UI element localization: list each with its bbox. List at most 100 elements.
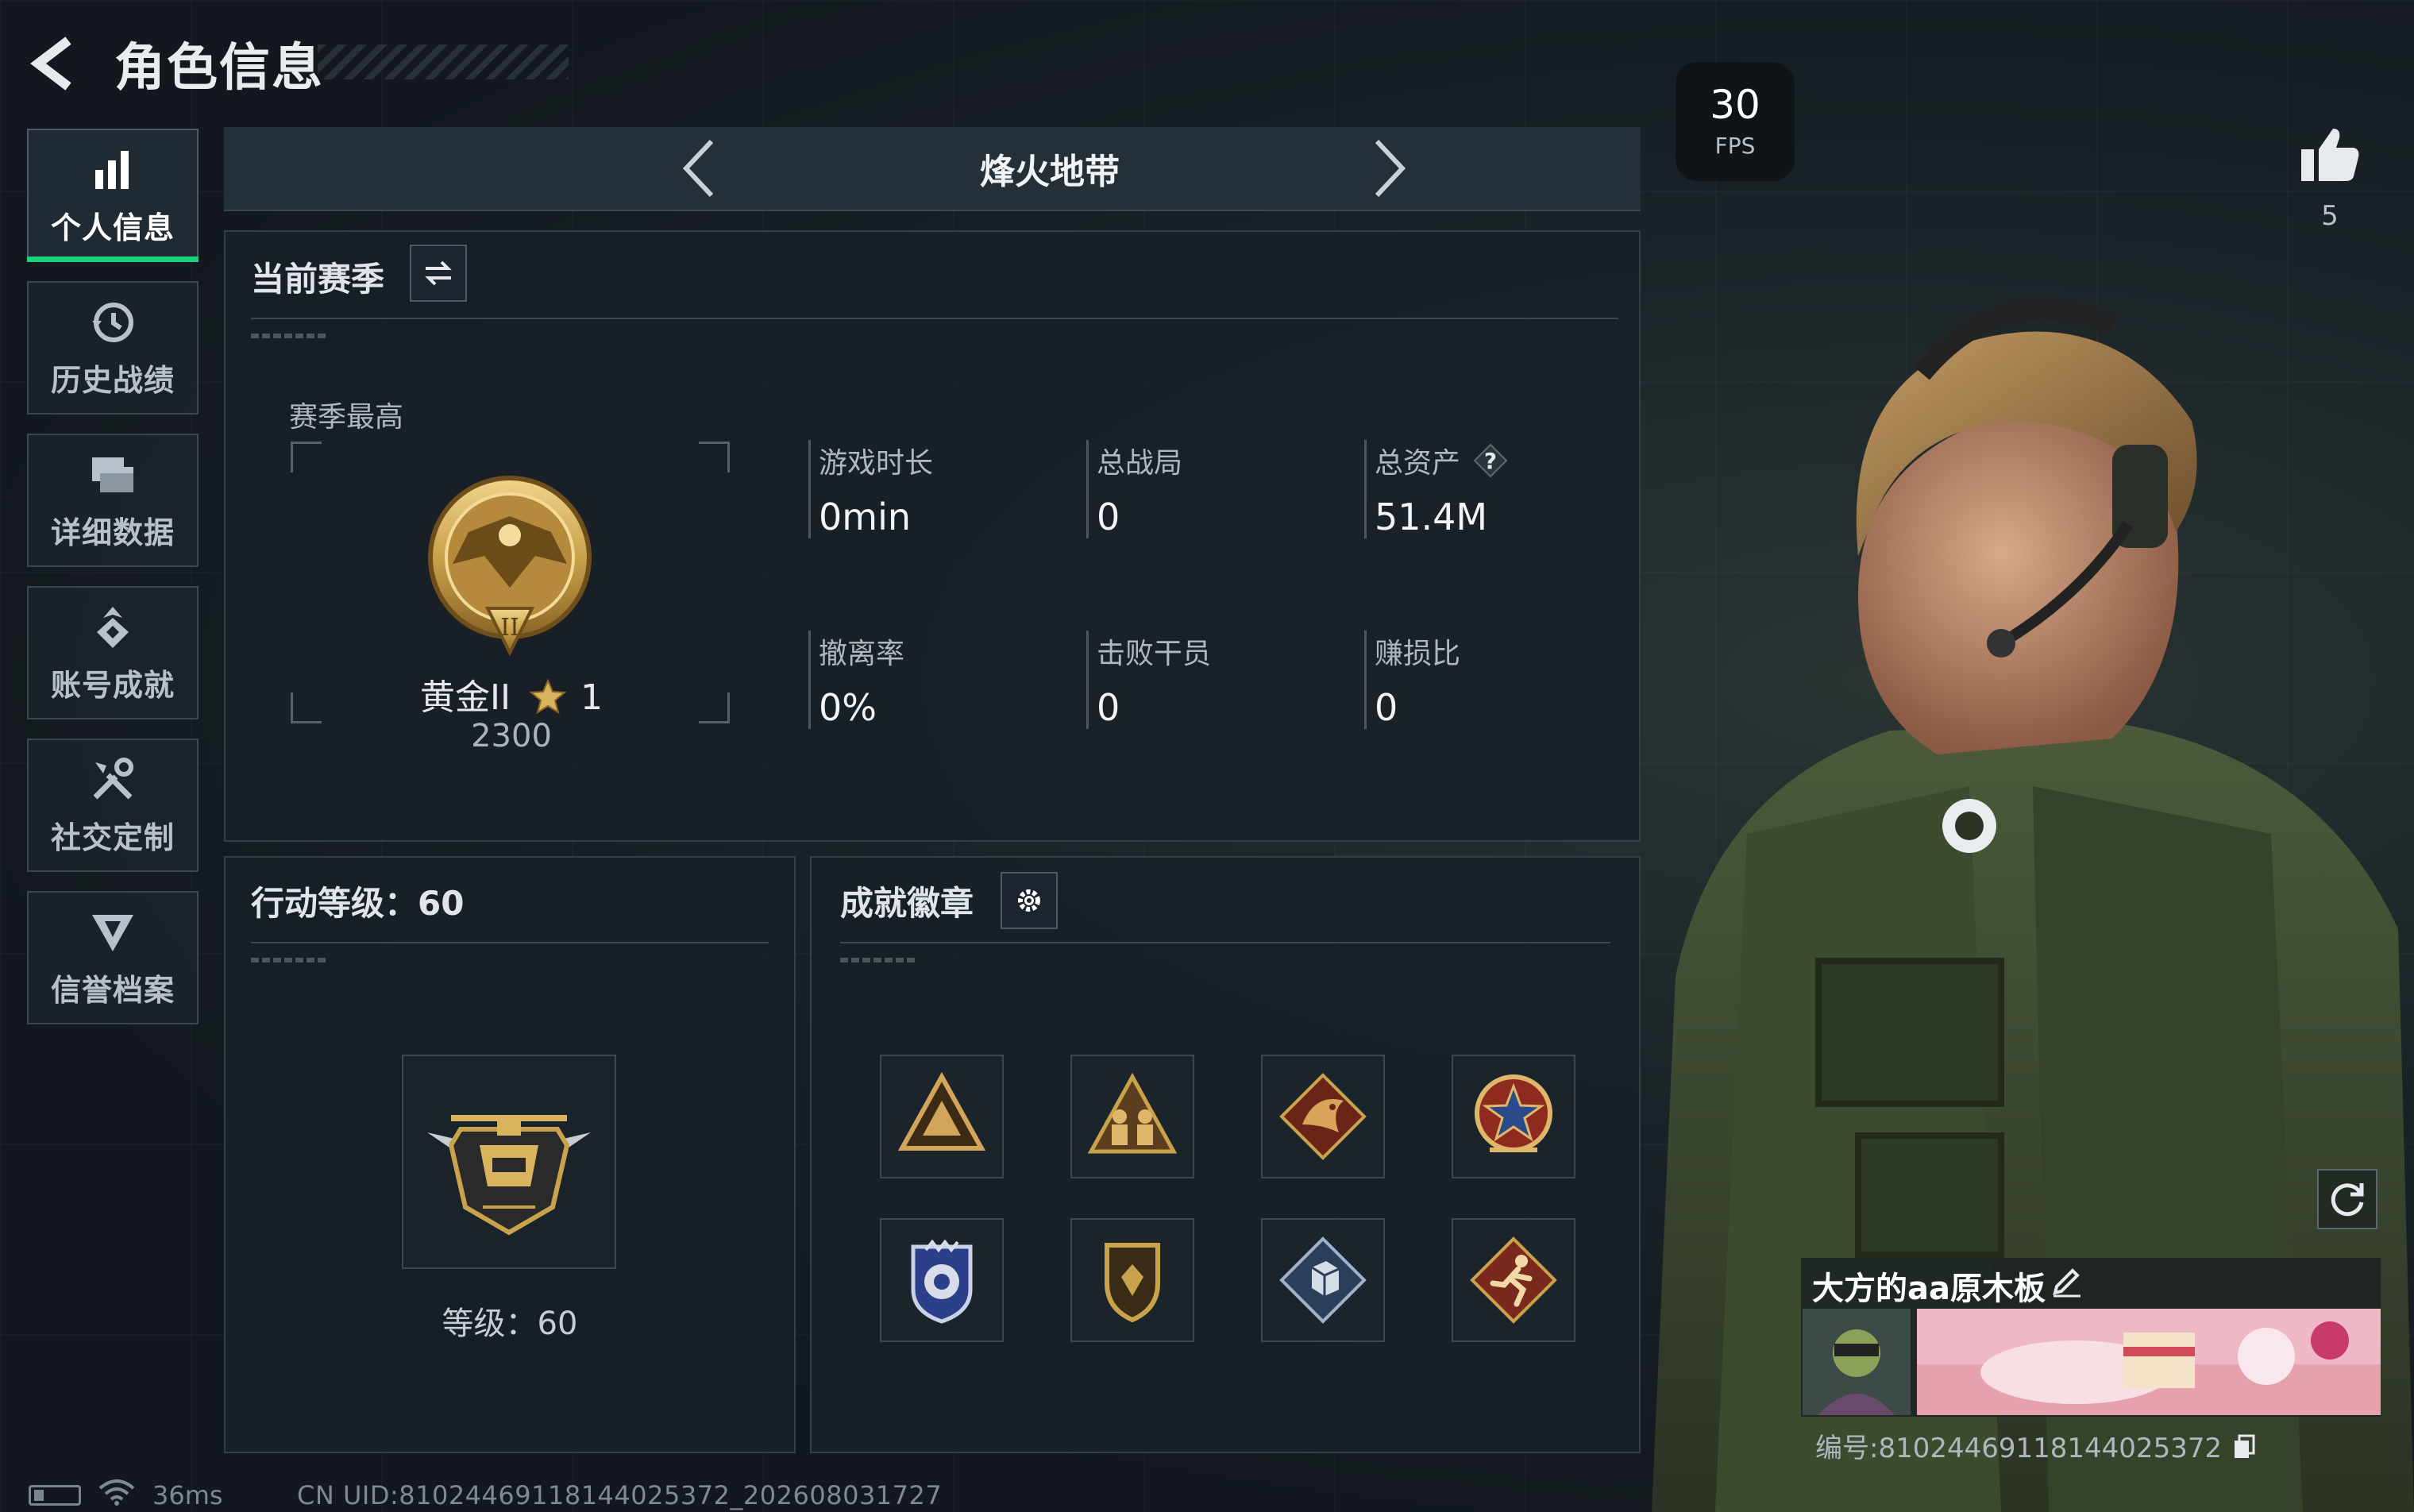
nav-label: 个人信息 — [50, 210, 175, 245]
rank-stars: 1 — [580, 677, 603, 718]
fps-counter: 30 FPS — [1676, 62, 1795, 181]
mode-next-button[interactable] — [1359, 138, 1420, 199]
chevron-left-icon — [682, 139, 714, 198]
mode-prev-button[interactable] — [669, 138, 729, 199]
avatar-image — [1803, 1309, 1911, 1415]
nav-label: 社交定制 — [50, 820, 175, 855]
bar-chart-icon — [87, 145, 138, 195]
stat-label: 击败干员 — [1097, 638, 1212, 670]
rotate-model-button[interactable] — [2317, 1169, 2377, 1229]
fps-value: 30 — [1710, 81, 1760, 128]
shield-badge-icon — [1105, 1243, 1160, 1323]
nav-item-achievements[interactable]: 账号成就 — [27, 586, 199, 719]
frame-corner — [699, 442, 730, 472]
copy-icon[interactable] — [2230, 1433, 2257, 1460]
runner-badge-icon — [1470, 1236, 1557, 1324]
player-name: 大方的aa原木板 — [1812, 1271, 2046, 1307]
divider-dots — [840, 958, 916, 962]
nav-label: 信誉档案 — [50, 972, 175, 1008]
badge-slot[interactable] — [880, 1218, 1004, 1342]
stat-play-time: 游戏时长 0min — [808, 440, 933, 538]
tools-icon — [87, 754, 138, 805]
rank-display: 黄金II 1 — [289, 669, 734, 719]
stat-value: 0 — [1097, 686, 1120, 729]
help-button[interactable]: ? — [1473, 443, 1508, 478]
rank-score: 2300 — [471, 718, 552, 754]
season-panel-title: 当前赛季 — [251, 260, 385, 299]
stat-extraction-rate: 撤离率 0% — [808, 631, 904, 729]
stat-value: 0min — [819, 496, 912, 538]
badge-slot[interactable] — [1261, 1218, 1385, 1342]
badges-panel-title: 成就徽章 — [840, 884, 974, 923]
star-icon — [529, 678, 567, 715]
banner-image — [1917, 1309, 2381, 1415]
stat-label: 撤离率 — [819, 638, 905, 670]
level-text: 等级：60 — [442, 1306, 578, 1342]
stat-profit-loss-ratio: 赚损比 0 — [1364, 631, 1460, 729]
nav-label: 历史战绩 — [50, 362, 175, 398]
dragon-badge-icon — [1279, 1073, 1367, 1160]
level-panel-title: 行动等级：60 — [251, 884, 465, 923]
nav-item-personal-info[interactable]: 个人信息 — [27, 129, 199, 262]
chevron-right-icon — [1375, 139, 1406, 198]
level-emblem-frame — [402, 1055, 616, 1269]
nav-item-reputation[interactable]: 信誉档案 — [27, 891, 199, 1024]
season-best-label: 赛季最高 — [289, 401, 404, 434]
history-icon — [87, 297, 138, 348]
wifi-icon — [98, 1479, 135, 1506]
police-badge-icon — [911, 1239, 973, 1324]
gold-rank-emblem: II — [428, 476, 592, 657]
star-emblem-badge-icon — [1475, 1074, 1552, 1152]
divider — [251, 318, 1618, 319]
stat-value: 0 — [1375, 686, 1398, 729]
uid-text: CN UID:8102446911814402​5372_20260803172… — [297, 1480, 943, 1510]
nav-item-social-custom[interactable]: 社交定制 — [27, 739, 199, 872]
nav-item-detailed-data[interactable]: 详细数据 — [27, 434, 199, 567]
battery-icon — [29, 1485, 81, 1506]
stat-label: 游戏时长 — [819, 447, 934, 480]
achievement-icon — [87, 602, 138, 653]
thumbs-up-icon — [2301, 129, 2359, 181]
stat-total-assets: 总资产 ? 51.4M — [1364, 440, 1508, 538]
swap-icon — [425, 260, 452, 286]
nav-item-history[interactable]: 历史战绩 — [27, 281, 199, 415]
ping-value: 36ms — [152, 1480, 223, 1510]
badge-slot[interactable] — [1261, 1055, 1385, 1178]
stat-value: 0 — [1097, 496, 1120, 538]
helicopter-emblem-icon — [427, 1115, 591, 1236]
badge-settings-button[interactable] — [1001, 872, 1058, 929]
fps-label: FPS — [1714, 132, 1756, 159]
edit-name-button[interactable] — [2049, 1264, 2084, 1299]
stat-label: 总资产 ? — [1375, 440, 1508, 481]
nav-label: 详细数据 — [50, 515, 175, 550]
nav-label: 账号成就 — [50, 667, 175, 703]
badge-slot[interactable] — [1070, 1055, 1194, 1178]
stat-value: 51.4M — [1375, 496, 1488, 538]
stat-label: 总战局 — [1097, 447, 1183, 480]
switch-season-button[interactable] — [410, 245, 467, 302]
stat-total-matches: 总战局 0 — [1086, 440, 1182, 538]
avatar[interactable] — [1803, 1309, 1911, 1415]
badge-slot[interactable] — [880, 1055, 1004, 1178]
profile-banner[interactable] — [1917, 1309, 2381, 1415]
badge-slot[interactable] — [1070, 1218, 1194, 1342]
triangle-badge-icon — [897, 1071, 986, 1151]
cube-badge-icon — [1279, 1236, 1367, 1324]
page-title: 角色信息 — [114, 39, 324, 98]
mode-name: 烽火地带 — [980, 152, 1120, 192]
pencil-icon — [2053, 1268, 2080, 1298]
svg-text:II: II — [500, 614, 519, 642]
player-id-text: 编号:810244691181440253​72 — [1815, 1433, 2223, 1464]
divider-dots — [251, 334, 327, 338]
mode-selector: 烽火地带 — [224, 127, 1641, 211]
divider — [840, 942, 1610, 943]
rank-name: 黄金II — [420, 677, 511, 718]
player-id: 编号:810244691181440253​72 — [1815, 1426, 2257, 1465]
divider-dots — [251, 958, 327, 962]
back-button[interactable] — [29, 32, 84, 95]
refresh-icon — [2331, 1183, 2364, 1217]
back-arrow-icon — [30, 37, 71, 91]
like-button[interactable] — [2295, 119, 2365, 189]
frame-corner — [291, 442, 322, 472]
like-count: 5 — [2321, 200, 2339, 232]
